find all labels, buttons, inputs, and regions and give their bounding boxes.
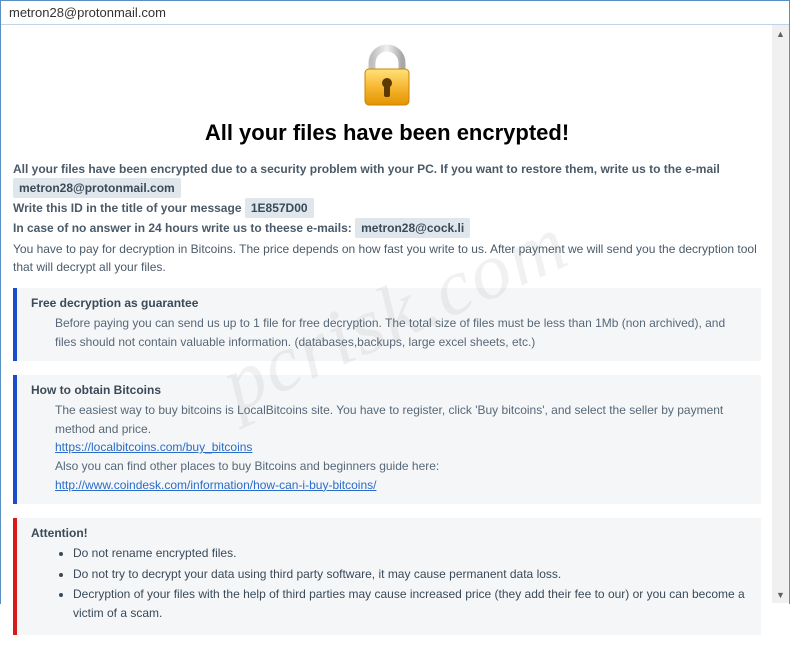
victim-id: 1E857D00 [245, 198, 314, 218]
main-heading: All your files have been encrypted! [13, 120, 761, 146]
section-body: The easiest way to buy bitcoins is Local… [31, 401, 749, 494]
section-title: Attention! [31, 526, 749, 540]
intro-line2: Write this ID in the title of your messa… [13, 201, 242, 215]
content: All your files have been encrypted! All … [1, 25, 789, 659]
section-title: How to obtain Bitcoins [31, 383, 749, 397]
link-coindesk[interactable]: http://www.coindesk.com/information/how-… [55, 478, 376, 492]
contact-email-2: metron28@cock.li [355, 218, 470, 238]
section-title: Free decryption as guarantee [31, 296, 749, 310]
vertical-scrollbar[interactable]: ▲ ▼ [772, 25, 789, 603]
obtain-line1: The easiest way to buy bitcoins is Local… [55, 401, 749, 438]
scroll-down-arrow-icon[interactable]: ▼ [772, 586, 789, 603]
section-body: Before paying you can send us up to 1 fi… [31, 314, 749, 351]
section-body: Do not rename encrypted files. Do not tr… [31, 544, 749, 622]
attention-item: Do not try to decrypt your data using th… [73, 565, 749, 584]
lock-icon-wrap [13, 43, 761, 112]
scroll-up-arrow-icon[interactable]: ▲ [772, 25, 789, 42]
section-attention: Attention! Do not rename encrypted files… [13, 518, 761, 634]
content-area: All your files have been encrypted! All … [1, 25, 789, 603]
link-localbitcoins[interactable]: https://localbitcoins.com/buy_bitcoins [55, 440, 252, 454]
intro-line1: All your files have been encrypted due t… [13, 162, 720, 176]
payment-note: You have to pay for decryption in Bitcoi… [13, 240, 761, 276]
attention-item: Do not rename encrypted files. [73, 544, 749, 563]
intro-line3: In case of no answer in 24 hours write u… [13, 221, 352, 235]
window-title: metron28@protonmail.com [1, 1, 789, 25]
intro-text: All your files have been encrypted due t… [13, 160, 761, 276]
obtain-line2: Also you can find other places to buy Bi… [55, 457, 749, 476]
window: metron28@protonmail.com [0, 0, 790, 604]
section-free-decryption: Free decryption as guarantee Before payi… [13, 288, 761, 361]
contact-email-1: metron28@protonmail.com [13, 178, 181, 198]
lock-icon [357, 43, 417, 112]
section-obtain-bitcoins: How to obtain Bitcoins The easiest way t… [13, 375, 761, 504]
